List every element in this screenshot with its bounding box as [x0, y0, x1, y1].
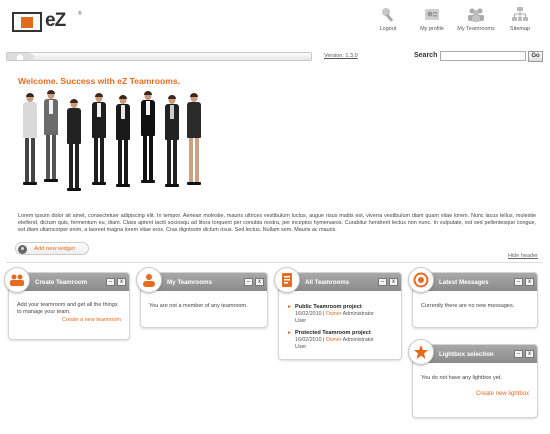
person-figure	[186, 93, 202, 186]
list-item[interactable]: ► Public Teamroom project 16/02/2010 | Ow…	[287, 304, 393, 325]
owner-name: Administrator	[342, 311, 374, 317]
close-button[interactable]: x	[117, 278, 126, 286]
home-icon	[16, 54, 24, 60]
version-link[interactable]: Version: 1.3.0	[324, 53, 358, 59]
minimize-button[interactable]: –	[378, 278, 387, 286]
nav-my-teamrooms[interactable]: My Teamrooms	[454, 6, 498, 32]
nav-my-profile-label: My profile	[420, 26, 444, 32]
minimize-button[interactable]: –	[514, 278, 523, 286]
teamrooms-icon	[468, 8, 484, 22]
close-button[interactable]: x	[255, 278, 264, 286]
logo-mark-icon	[12, 12, 42, 32]
project-date: 16/02/2010	[295, 311, 322, 317]
person-figure	[114, 95, 132, 187]
toolbar: Version: 1.3.0 Search Go	[6, 51, 543, 63]
list-item[interactable]: ► Protected Teamroom project 16/02/2010 |…	[287, 330, 393, 351]
widget-title: Lightbox selection	[439, 351, 494, 358]
sitemap-icon	[512, 7, 528, 21]
search-input[interactable]	[440, 51, 526, 61]
widget-title: All Teamrooms	[305, 279, 350, 286]
project-date: 16/02/2010	[295, 337, 322, 343]
owner-label: Owner	[325, 337, 342, 343]
owner-label: Owner	[325, 311, 342, 317]
add-widget-label: Add new widget	[34, 246, 75, 252]
widget-lightbox-selection: Lightbox selection – x You do not have a…	[408, 339, 538, 418]
person-figure	[66, 99, 82, 191]
project-title[interactable]: Protected Teamroom project	[295, 330, 371, 336]
person-figure	[164, 95, 180, 187]
widget-body: Add your teamroom and get all the things…	[17, 302, 121, 324]
welcome-heading: Welcome. Success with eZ Teamrooms.	[18, 76, 181, 86]
breadcrumb	[6, 52, 312, 61]
search-label: Search	[414, 52, 438, 59]
minimize-button[interactable]: –	[106, 278, 115, 286]
logo-text: eZ	[45, 10, 66, 31]
person-figure	[22, 93, 38, 186]
widget-text: You are not a member of any teamroom.	[149, 303, 248, 309]
add-widget-icon	[18, 245, 27, 254]
minimize-button[interactable]: –	[244, 278, 253, 286]
home-button[interactable]	[7, 53, 35, 60]
nav-logout-label: Logout	[379, 26, 397, 32]
widget-my-teamrooms: My Teamrooms – x You are not a member of…	[136, 267, 268, 328]
nav-sitemap-label: Sitemap	[509, 26, 531, 32]
ez-logo[interactable]: eZ ®	[12, 10, 82, 34]
widget-text: Add your teamroom and get all the things…	[17, 302, 118, 315]
widget-title: My Teamrooms	[167, 279, 212, 286]
profile-icon	[425, 9, 439, 20]
project-title[interactable]: Public Teamroom project	[295, 304, 362, 310]
widget-create-teamroom: Create Teamroom – x Add your teamroom an…	[4, 267, 130, 340]
person-figure	[90, 93, 108, 186]
team-photo	[18, 90, 218, 191]
widget-text: You do not have any lightbox yet.	[421, 375, 502, 381]
nav-my-teamrooms-label: My Teamrooms	[457, 26, 495, 32]
logout-icon	[382, 8, 394, 22]
latest-messages-icon	[408, 267, 434, 293]
divider	[6, 262, 543, 263]
owner-name: Administrator	[342, 337, 374, 343]
close-button[interactable]: x	[525, 350, 534, 358]
widget-title: Create Teamroom	[35, 279, 88, 286]
widget-body: You do not have any lightbox yet. Create…	[421, 375, 529, 398]
widget-title: Latest Messages	[439, 279, 489, 286]
person-figure	[138, 91, 158, 186]
top-navigation: Logout My profile My Teamrooms Sitemap	[366, 6, 542, 32]
add-widget-button[interactable]: Add new widget	[15, 242, 89, 255]
create-teamroom-link[interactable]: Create a new teamroom	[17, 317, 121, 324]
star-icon	[408, 339, 434, 365]
create-teamroom-icon	[4, 267, 30, 293]
all-teamrooms-icon	[274, 267, 300, 293]
widget-latest-messages: Latest Messages – x Currently there are …	[408, 267, 538, 328]
search-go-button[interactable]: Go	[528, 51, 543, 62]
widget-all-teamrooms: All Teamrooms – x ► Public Teamroom proje…	[274, 267, 402, 360]
minimize-button[interactable]: –	[514, 350, 523, 358]
widget-text: Currently there are no new messages.	[421, 303, 515, 309]
close-button[interactable]: x	[389, 278, 398, 286]
logo-registered-mark: ®	[78, 11, 82, 17]
hide-header-link[interactable]: Hide header	[508, 253, 538, 259]
my-teamrooms-icon	[136, 267, 162, 293]
project-role: User	[295, 344, 307, 350]
project-list: ► Public Teamroom project 16/02/2010 | Ow…	[287, 304, 393, 356]
intro-text: Lorem ipsum dolor sit amet, consectetuer…	[18, 213, 536, 234]
person-figure	[42, 90, 60, 186]
create-lightbox-link[interactable]: Create new lightbox	[421, 391, 529, 398]
nav-my-profile[interactable]: My profile	[410, 6, 454, 32]
project-role: User	[295, 318, 307, 324]
close-button[interactable]: x	[525, 278, 534, 286]
nav-sitemap[interactable]: Sitemap	[498, 6, 542, 32]
nav-logout[interactable]: Logout	[366, 6, 410, 32]
